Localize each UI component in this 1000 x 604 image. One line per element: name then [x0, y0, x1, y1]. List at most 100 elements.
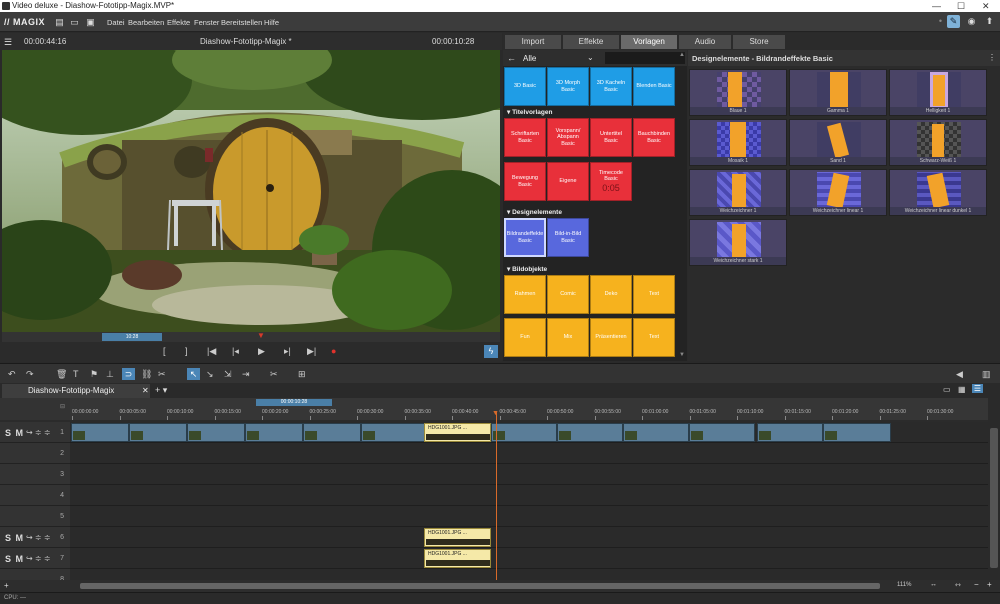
tile-text[interactable]: Text [633, 275, 675, 314]
back-arrow-icon[interactable]: ← [507, 53, 516, 63]
selected-clip[interactable]: HDG1001.JPG ... [424, 528, 491, 547]
track-lane[interactable] [70, 548, 988, 569]
solo-mute-buttons[interactable]: S M [5, 533, 24, 543]
minimize-button[interactable]: — [932, 0, 941, 12]
view-1-icon[interactable]: ▭ [943, 385, 951, 394]
track-header[interactable]: 2 [0, 443, 70, 464]
new-file-icon[interactable]: ▤ [55, 17, 64, 27]
video-clip[interactable] [757, 423, 823, 442]
video-clip[interactable] [689, 423, 755, 442]
tile-schriftarten-basic[interactable]: Schriftarten Basic [504, 118, 546, 157]
zoom-in-icon[interactable]: + [987, 580, 992, 589]
previous-marker-icon[interactable]: |◀ [207, 346, 216, 357]
tile-mix[interactable]: Mix [547, 318, 589, 357]
view-3-icon[interactable]: ☰ [972, 384, 983, 393]
tile-untertitel-basic[interactable]: Untertitel Basic [590, 118, 632, 157]
next-marker-icon[interactable]: ▶| [307, 346, 316, 357]
menu-bereitstellen[interactable]: Bereitstellen [221, 18, 262, 27]
tab-store[interactable]: Store [733, 35, 785, 49]
horizontal-scrollbar[interactable]: + 111% ↔ ⇿ − + [0, 580, 1000, 592]
track-options-icon[interactable]: ↪ ≑ ≑ [26, 428, 51, 437]
in-point-icon[interactable]: [ [163, 346, 166, 356]
tile-3d-kacheln-basic[interactable]: 3D Kacheln Basic [590, 67, 632, 106]
category-filter[interactable]: Alle [523, 54, 536, 63]
marker-icon[interactable]: ⚑ [90, 369, 98, 380]
tile-rahmen[interactable]: Rahmen [504, 275, 546, 314]
video-clip[interactable] [557, 423, 623, 442]
tile-blenden-basic[interactable]: Blenden Basic [633, 67, 675, 106]
tile-praesentieren[interactable]: Präsentieren [590, 318, 632, 357]
solo-mute-buttons[interactable]: S M [5, 428, 24, 438]
tile-comic[interactable]: Comic [547, 275, 589, 314]
cut-icon[interactable]: ✂ [270, 369, 278, 380]
video-clip[interactable] [823, 423, 891, 442]
menu-fenster[interactable]: Fenster [194, 18, 219, 27]
menu-effekte[interactable]: Effekte [167, 18, 190, 27]
tab-audio[interactable]: Audio [679, 35, 731, 49]
fx-item[interactable]: Weichzeichner linear 1 [789, 169, 887, 216]
video-clip[interactable] [361, 423, 425, 442]
tile-vorspann-abspann-basic[interactable]: Vorspann/ Abspann Basic [547, 118, 589, 157]
scroll-down-icon[interactable]: ▼ [679, 352, 685, 358]
open-folder-icon[interactable]: ▭ [70, 17, 79, 27]
track-header[interactable]: 5 [0, 506, 70, 527]
track-options-icon[interactable]: ↪ ≑ ≑ [26, 554, 51, 563]
video-clip[interactable] [187, 423, 245, 442]
mouse-mode-4-icon[interactable]: ⇥ [242, 369, 250, 380]
video-clip[interactable] [71, 423, 129, 442]
tab-effekte[interactable]: Effekte [563, 35, 619, 49]
speaker-icon[interactable]: ◀ [956, 369, 963, 380]
track-options-icon[interactable]: ↪ ≑ ≑ [26, 533, 51, 542]
search-input[interactable] [605, 52, 685, 64]
tile-bewegung-basic[interactable]: Bewegung Basic [504, 162, 546, 201]
globe-icon[interactable]: ◉ [965, 15, 978, 28]
tile-fun[interactable]: Fun [504, 318, 546, 357]
chevron-down-icon[interactable]: ⌄ [587, 53, 594, 62]
title-icon[interactable]: T [73, 369, 79, 379]
tile-text-2[interactable]: Text [633, 318, 675, 357]
record-icon[interactable]: ● [331, 346, 336, 356]
track-lane[interactable] [70, 527, 988, 548]
view-2-icon[interactable]: ▦ [958, 385, 966, 394]
timeline-ruler[interactable]: 00:00:10:28 00:00:00:00 00:00:05:00 00:00:… [70, 398, 988, 420]
tile-bauchbinden-basic[interactable]: Bauchbinden Basic [633, 118, 675, 157]
scroll-up-icon[interactable]: ▲ [679, 52, 685, 58]
track-header[interactable]: S M ↪ ≑ ≑ 1 [0, 422, 70, 443]
fx-item[interactable]: Weichzeichner 1 [689, 169, 787, 216]
hamburger-menu-icon[interactable]: ☰ [4, 37, 12, 48]
track-header[interactable]: 3 [0, 464, 70, 485]
split-icon[interactable]: ⊥ [106, 369, 114, 380]
zoom-out-icon[interactable]: − [974, 580, 979, 589]
tile-bild-in-bild-basic[interactable]: Bild-in-Bild Basic [547, 218, 589, 257]
undo-icon[interactable]: ↶ [8, 369, 16, 380]
magnet-icon[interactable]: ⊃ [122, 368, 135, 380]
track-lane[interactable] [70, 506, 988, 527]
tile-eigene[interactable]: Eigene [547, 162, 589, 201]
track-header[interactable]: S M ↪ ≑ ≑ 7 [0, 548, 70, 569]
video-clip[interactable] [623, 423, 689, 442]
playhead-marker-icon[interactable]: ▼ [257, 331, 265, 340]
ruler-range[interactable]: 00:00:10:28 [256, 399, 332, 406]
tile-3d-basic[interactable]: 3D Basic [504, 67, 546, 106]
project-tab[interactable]: Diashow-Fototipp-Magix ✕ [2, 384, 150, 398]
lightning-icon[interactable]: ϟ [484, 345, 498, 358]
save-icon[interactable]: ▣ [86, 17, 95, 27]
tab-vorlagen[interactable]: Vorlagen [621, 35, 677, 49]
unlink-icon[interactable]: ✂ [158, 369, 166, 380]
menu-hilfe[interactable]: Hilfe [264, 18, 279, 27]
step-back-icon[interactable]: |◂ [232, 346, 239, 357]
link-icon[interactable]: ⛓ [141, 369, 152, 380]
preview-scrubber[interactable]: 10:28 ▼ [2, 331, 500, 342]
tab-import[interactable]: Import [505, 35, 561, 49]
vertical-scrollbar[interactable] [988, 420, 1000, 580]
step-forward-icon[interactable]: ▸| [284, 346, 291, 357]
video-clip[interactable] [245, 423, 303, 442]
fx-item[interactable]: Sand 1 [789, 119, 887, 166]
pointer-icon[interactable]: ↖ [187, 368, 200, 380]
close-tab-icon[interactable]: ✕ [142, 384, 149, 398]
tile-3d-morph-basic[interactable]: 3D Morph Basic [547, 67, 589, 106]
menu-datei[interactable]: Datei [107, 18, 125, 27]
fit-icon[interactable]: ⊞ [298, 369, 306, 380]
vertical-scroll-thumb[interactable] [990, 428, 998, 568]
track-header[interactable]: 4 [0, 485, 70, 506]
